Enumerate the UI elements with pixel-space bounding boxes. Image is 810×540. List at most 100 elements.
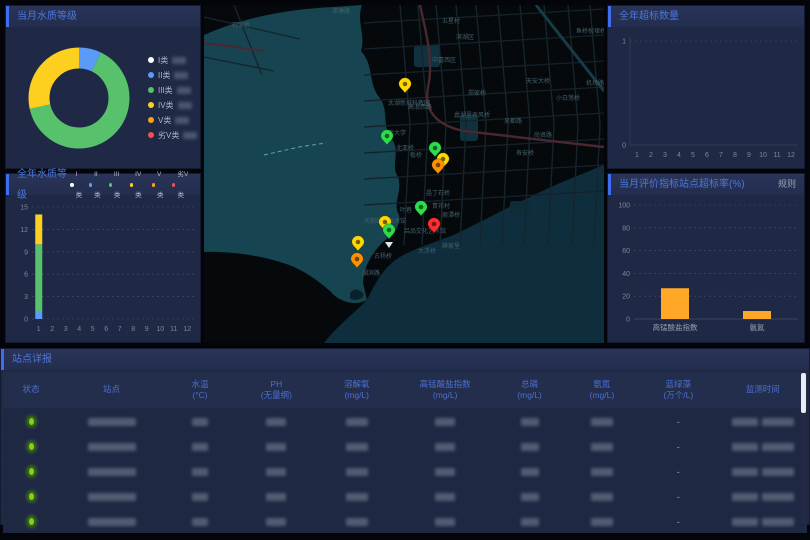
table-row[interactable]: - — [3, 410, 807, 433]
svg-text:0: 0 — [626, 317, 630, 324]
map-pin[interactable] — [415, 201, 427, 216]
svg-text:叶巷: 叶巷 — [400, 206, 412, 214]
table-row[interactable]: - — [3, 460, 807, 483]
panel-header: 站点详报 — [1, 349, 809, 370]
svg-text:吴都路: 吴都路 — [504, 117, 522, 125]
panel-year-water-grade: 全年水质等级 I类II类III类IV类V类劣V类 036912151234567… — [5, 173, 201, 343]
svg-text:1: 1 — [622, 39, 626, 46]
svg-text:60: 60 — [622, 248, 630, 255]
status-dot-green — [27, 491, 36, 502]
panel-title: 当月水质等级 — [17, 6, 77, 27]
status-indicator — [3, 466, 59, 477]
svg-text:8: 8 — [733, 152, 737, 159]
redacted-value — [175, 117, 189, 124]
status-indicator — [3, 491, 59, 502]
legend-item: 劣V类 — [148, 130, 197, 141]
redacted-cell — [317, 443, 397, 451]
legend-item: V类 — [148, 115, 197, 126]
legend-dot — [70, 183, 73, 187]
svg-text:11: 11 — [170, 326, 177, 333]
redacted-cell — [164, 418, 236, 426]
status-dot-green — [27, 416, 36, 427]
legend-label: II类 — [158, 70, 170, 81]
map-pin[interactable] — [432, 159, 444, 174]
redacted-cell — [566, 418, 638, 426]
svg-text:薛家里: 薛家里 — [442, 242, 460, 250]
stacked-bar-segment — [35, 244, 42, 311]
redacted-cell — [317, 418, 397, 426]
legend-label: III类 — [158, 85, 173, 96]
status-dot-green — [27, 441, 36, 452]
donut-chart — [20, 39, 138, 157]
panel-month-exceed-rate: 当月评价指标站点超标率(%) 规则 020406080100高锰酸盐指数氨氮 — [607, 173, 805, 343]
column-header: 状态 — [3, 384, 59, 395]
svg-text:漆塘路: 漆塘路 — [332, 7, 350, 15]
table-row[interactable]: - — [3, 435, 807, 458]
svg-text:6: 6 — [104, 326, 108, 333]
column-header: 总磷(mg/L) — [493, 379, 565, 401]
panel-station-report: 站点详报 状态站点水温(°C)PH(无量纲)溶解氧(mg/L)高锰酸盐指数(mg… — [0, 348, 810, 525]
svg-text:尚贤路: 尚贤路 — [534, 131, 552, 139]
empty-line-chart: 10123456789101112 — [608, 27, 804, 167]
svg-text:3: 3 — [64, 326, 68, 333]
redacted-cell — [59, 443, 164, 451]
algae-value: - — [638, 417, 718, 427]
monitor-time-redacted — [719, 468, 807, 476]
column-header: 氨氮(mg/L) — [566, 379, 638, 401]
svg-text:12: 12 — [20, 227, 28, 234]
redacted-value — [177, 87, 191, 94]
redacted-value — [183, 132, 197, 139]
svg-text:2: 2 — [50, 326, 54, 333]
legend-dot — [89, 183, 92, 187]
monitor-time-redacted — [719, 518, 807, 526]
stacked-bar-segment — [35, 312, 42, 319]
map-pin[interactable] — [399, 78, 411, 93]
panel-title: 全年超标数量 — [619, 6, 679, 27]
redacted-cell — [164, 493, 236, 501]
svg-text:12: 12 — [183, 326, 191, 333]
city-map[interactable]: 石渎桥漆塘路滨湖区中富西区五星村天安大桥机场路小白荡桥郑家桥高浪西路蠡湖里弄风桥… — [204, 5, 604, 343]
redacted-cell — [236, 443, 316, 451]
svg-text:8: 8 — [131, 326, 135, 333]
svg-text:4: 4 — [677, 152, 681, 159]
svg-text:10: 10 — [759, 152, 767, 159]
legend-label: I类 — [158, 55, 168, 66]
redacted-value — [174, 72, 188, 79]
status-indicator — [3, 441, 59, 452]
redacted-value — [178, 102, 192, 109]
redacted-cell — [397, 518, 493, 526]
scrollbar-thumb[interactable] — [801, 373, 806, 413]
redacted-value — [172, 57, 186, 64]
status-indicator — [3, 516, 59, 527]
rules-link[interactable]: 规则 — [778, 174, 796, 195]
station-table: 状态站点水温(°C)PH(无量纲)溶解氧(mg/L)高锰酸盐指数(mg/L)总磷… — [1, 370, 809, 524]
svg-text:9: 9 — [747, 152, 751, 159]
svg-text:高锰酸盐指数: 高锰酸盐指数 — [653, 322, 698, 332]
stacked-bar-segment — [35, 214, 42, 244]
redacted-cell — [59, 468, 164, 476]
table-scrollbar[interactable] — [801, 373, 806, 523]
svg-text:氨氮: 氨氮 — [750, 322, 765, 332]
table-row[interactable]: - — [3, 485, 807, 508]
svg-text:9: 9 — [24, 249, 28, 256]
svg-text:11: 11 — [773, 152, 780, 159]
svg-text:寿安桥: 寿安桥 — [516, 149, 534, 157]
redacted-cell — [164, 468, 236, 476]
legend-item: I类 — [148, 55, 197, 66]
legend-item: IV类 — [148, 100, 197, 111]
redacted-cell — [566, 518, 638, 526]
legend-dot — [148, 57, 154, 63]
redacted-cell — [493, 468, 565, 476]
column-header: 监测时间 — [719, 384, 807, 395]
table-row[interactable]: - — [3, 510, 807, 533]
status-indicator — [3, 416, 59, 427]
column-header: 蓝绿藻(万个/L) — [638, 379, 718, 401]
redacted-cell — [397, 443, 493, 451]
column-header: 站点 — [59, 384, 164, 395]
algae-value: - — [638, 467, 718, 477]
svg-text:12: 12 — [787, 152, 795, 159]
redacted-cell — [164, 518, 236, 526]
svg-text:6: 6 — [24, 272, 28, 279]
map-container[interactable]: 石渎桥漆塘路滨湖区中富西区五星村天安大桥机场路小白荡桥郑家桥高浪西路蠡湖里弄风桥… — [204, 5, 604, 343]
redacted-cell — [236, 518, 316, 526]
